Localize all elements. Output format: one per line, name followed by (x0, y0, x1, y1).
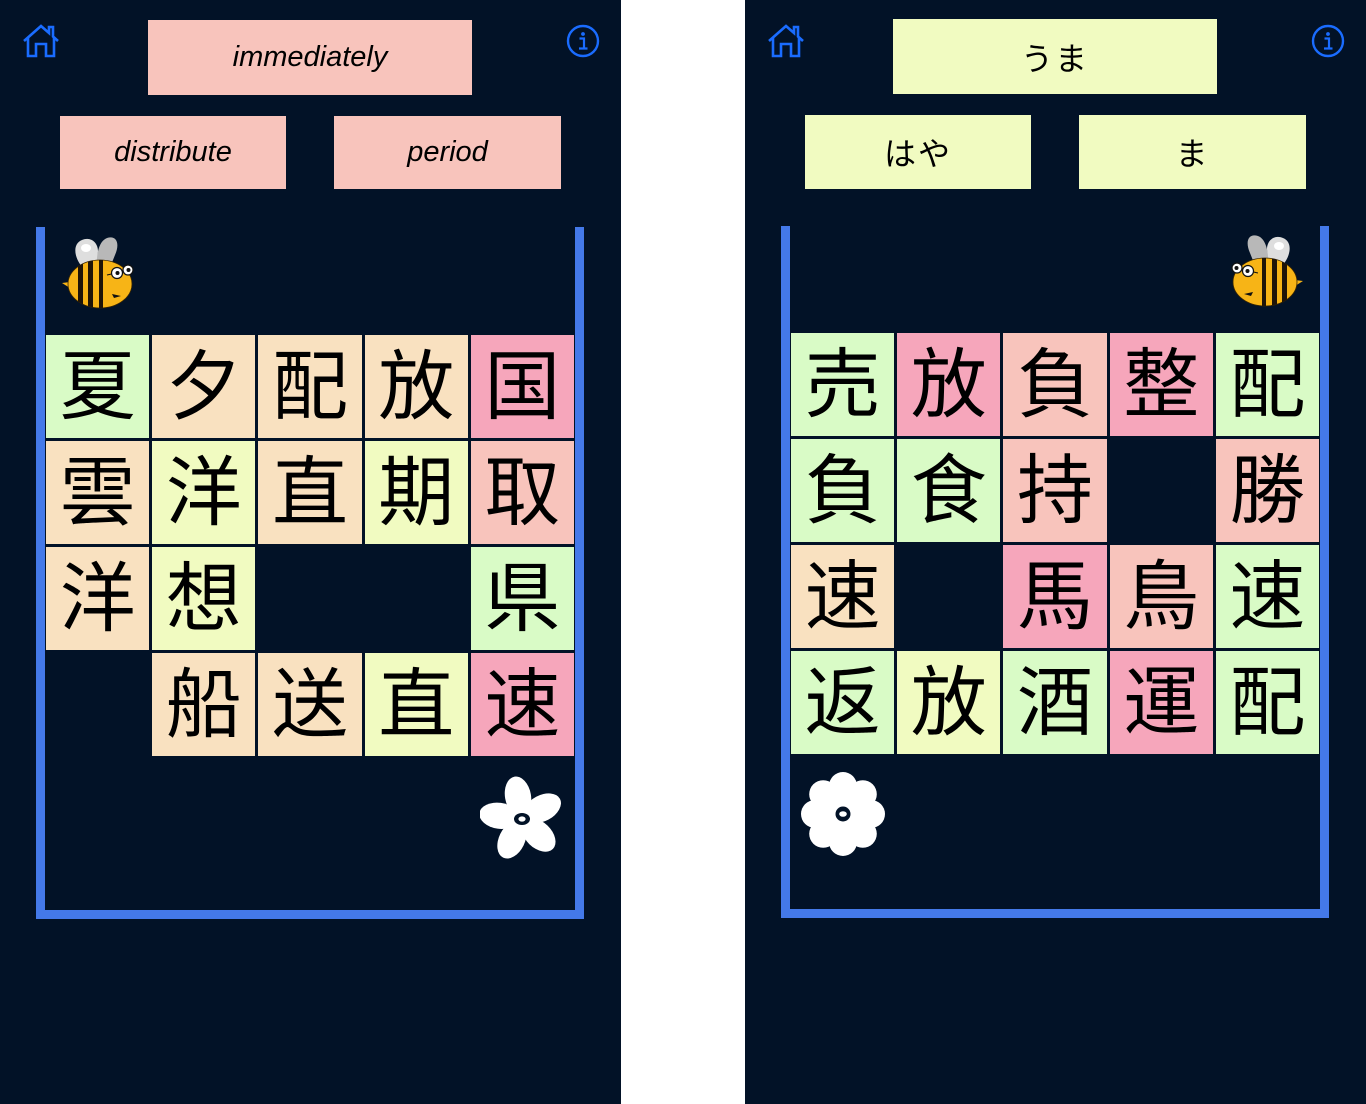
kanji-tile[interactable]: 持 (1003, 439, 1107, 542)
bee-icon (62, 234, 134, 310)
game-panel-english: immediately distribute period 夏 夕 配 放 国 … (0, 0, 621, 1104)
kanji-tile[interactable]: 負 (1003, 333, 1107, 436)
kanji-tile[interactable]: 期 (364, 441, 468, 544)
choice-word-button[interactable]: distribute (60, 116, 286, 189)
kanji-tile[interactable]: 夕 (152, 335, 256, 438)
kanji-tile[interactable]: 想 (152, 547, 256, 650)
game-panel-japanese: うま はや ま 売 放 負 整 配 負 食 持 勝 速 馬 鳥 速 返 放 酒 … (745, 0, 1366, 1104)
info-icon (1311, 24, 1345, 58)
tile-grid: 売放負整配負食持勝速馬鳥速返放酒運配 (791, 333, 1319, 754)
choice-word-label: period (407, 136, 488, 168)
kanji-tile[interactable]: 直 (258, 441, 362, 544)
flower-icon (480, 775, 564, 859)
kanji-tile[interactable]: 速 (791, 545, 895, 648)
kanji-tile[interactable]: 県 (470, 547, 574, 650)
home-icon (768, 24, 804, 58)
kanji-tile[interactable]: 整 (1109, 333, 1213, 436)
kanji-tile[interactable]: 国 (470, 335, 574, 438)
prompt-word-label: immediately (232, 41, 388, 73)
kanji-tile[interactable]: 送 (258, 653, 362, 756)
kanji-tile[interactable]: 返 (791, 651, 895, 754)
kanji-tile[interactable]: 配 (1215, 651, 1319, 754)
kanji-tile[interactable]: 勝 (1215, 439, 1319, 542)
prompt-word-label: うま (1020, 39, 1089, 78)
kanji-tile[interactable]: 夏 (46, 335, 150, 438)
kanji-tile[interactable]: 船 (152, 653, 256, 756)
kanji-tile[interactable]: 直 (364, 653, 468, 756)
empty-cell (897, 545, 1000, 648)
kanji-tile[interactable]: 酒 (1003, 651, 1107, 754)
choice-word-button[interactable]: ま (1079, 115, 1306, 189)
kanji-tile[interactable]: 洋 (152, 441, 256, 544)
info-button[interactable] (566, 24, 600, 58)
empty-cell (1110, 439, 1213, 542)
kanji-tile[interactable]: 速 (470, 653, 574, 756)
kanji-tile[interactable]: 配 (1215, 333, 1319, 436)
choice-word-label: ま (1175, 135, 1210, 173)
tile-grid: 夏夕配放国雲洋直期取洋想県船送直速 (46, 335, 574, 756)
home-button[interactable] (767, 24, 805, 58)
empty-cell (46, 653, 149, 756)
kanji-tile[interactable]: 食 (897, 439, 1001, 542)
kanji-tile[interactable]: 売 (791, 333, 895, 436)
choice-word-button[interactable]: period (334, 116, 561, 189)
kanji-tile[interactable]: 雲 (46, 441, 150, 544)
kanji-tile[interactable]: 運 (1109, 651, 1213, 754)
info-icon (566, 24, 600, 58)
choice-word-label: distribute (114, 136, 232, 168)
kanji-tile[interactable]: 馬 (1003, 545, 1107, 648)
kanji-tile[interactable]: 取 (470, 441, 574, 544)
kanji-tile[interactable]: 鳥 (1109, 545, 1213, 648)
info-button[interactable] (1311, 24, 1345, 58)
empty-cell (258, 547, 361, 650)
kanji-tile[interactable]: 放 (897, 651, 1001, 754)
empty-cell (365, 547, 468, 650)
kanji-tile[interactable]: 速 (1215, 545, 1319, 648)
kanji-tile[interactable]: 放 (897, 333, 1001, 436)
game-board: 夏夕配放国雲洋直期取洋想県船送直速 (36, 227, 584, 919)
kanji-tile[interactable]: 負 (791, 439, 895, 542)
home-button[interactable] (22, 24, 60, 58)
bee-icon (1231, 232, 1303, 308)
flower-icon (800, 771, 886, 857)
kanji-tile[interactable]: 配 (258, 335, 362, 438)
choice-word-button[interactable]: はや (805, 115, 1031, 189)
kanji-tile[interactable]: 放 (364, 335, 468, 438)
home-icon (23, 24, 59, 58)
prompt-word: immediately (148, 20, 472, 95)
prompt-word: うま (893, 19, 1217, 94)
kanji-tile[interactable]: 洋 (46, 547, 150, 650)
choice-word-label: はや (883, 135, 952, 173)
game-board: 売放負整配負食持勝速馬鳥速返放酒運配 (781, 226, 1329, 918)
